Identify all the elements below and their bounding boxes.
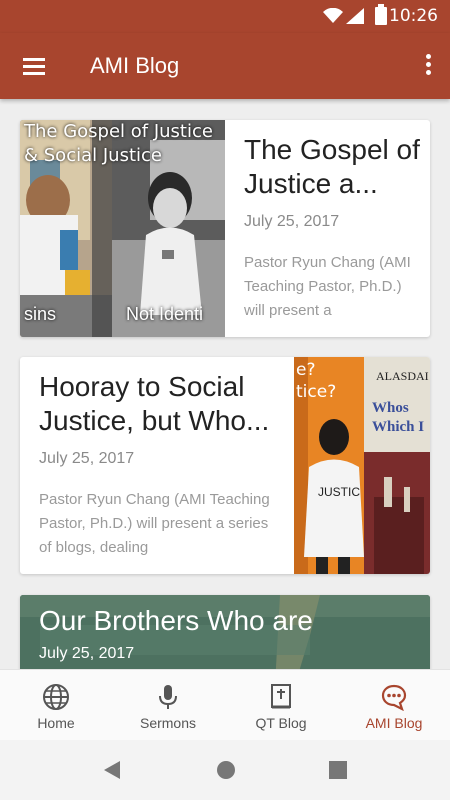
thumbnail-caption-left: sins: [24, 304, 57, 324]
nav-label-qt-blog: QT Blog: [255, 715, 307, 731]
post-thumbnail: The Gospel of Justice & Social Justice s…: [20, 120, 225, 337]
blog-post-card[interactable]: Hooray to Social Justice, but Who... Jul…: [20, 357, 430, 574]
globe-icon: [43, 684, 69, 710]
page-title: AMI Blog: [90, 53, 180, 78]
post-title: Our Brothers Who are: [39, 605, 313, 636]
post-title: The Gospel of Justice a...: [244, 134, 420, 199]
system-navigation-bar: [0, 740, 450, 800]
post-date: July 25, 2017: [39, 450, 135, 467]
signal-icon: [346, 8, 364, 24]
nav-item-qt-blog[interactable]: QT Blog: [225, 670, 337, 741]
thumbnail-caption-shirt: JUSTIC: [318, 485, 360, 499]
thumbnail-caption-book: ALASDAI: [376, 369, 429, 383]
blog-feed[interactable]: The Gospel of Justice & Social Justice s…: [0, 99, 450, 669]
blog-post-card[interactable]: The Gospel of Justice & Social Justice s…: [20, 120, 430, 337]
back-icon[interactable]: [102, 760, 122, 780]
bottom-navigation: Home Sermons QT Blog AMI Blog: [0, 669, 450, 740]
thumbnail-caption-right: Not Identi: [126, 304, 204, 324]
nav-item-sermons[interactable]: Sermons: [112, 670, 224, 741]
home-icon[interactable]: [216, 760, 236, 780]
wifi-icon: [323, 8, 343, 23]
post-date: July 25, 2017: [39, 645, 135, 662]
microphone-icon: [159, 685, 177, 709]
app-bar: AMI Blog: [0, 33, 450, 99]
nav-item-ami-blog[interactable]: AMI Blog: [338, 670, 450, 741]
nav-item-home[interactable]: Home: [0, 670, 112, 741]
thumbnail-caption-book2: Whos Which I: [372, 400, 425, 435]
recent-apps-icon[interactable]: [328, 760, 348, 780]
chat-bubble-icon: [381, 684, 407, 711]
bible-icon: [271, 684, 291, 709]
nav-label-ami-blog: AMI Blog: [365, 715, 423, 731]
battery-icon: [375, 4, 387, 25]
menu-icon[interactable]: [20, 53, 48, 79]
clock: 10:26: [389, 6, 438, 26]
nav-label-sermons: Sermons: [139, 715, 197, 731]
post-thumbnail: e? tice? ALASDAI Whos Which I JUSTIC: [294, 357, 430, 574]
more-options-icon[interactable]: [422, 51, 434, 81]
blog-post-card[interactable]: Our Brothers Who are July 25, 2017: [20, 595, 430, 669]
status-bar: 10:26: [0, 0, 450, 33]
thumbnail-caption-top: The Gospel of Justice & Social Justice: [24, 121, 213, 166]
post-excerpt: Pastor Ryun Chang (AMI Teaching Pastor, …: [244, 254, 411, 319]
thumbnail-caption-left: e? tice?: [296, 360, 337, 402]
post-excerpt: Pastor Ryun Chang (AMI Teaching Pastor, …: [39, 491, 270, 556]
post-title: Hooray to Social Justice, but Who...: [39, 371, 270, 436]
nav-label-home: Home: [37, 715, 75, 731]
post-date: July 25, 2017: [244, 213, 340, 230]
